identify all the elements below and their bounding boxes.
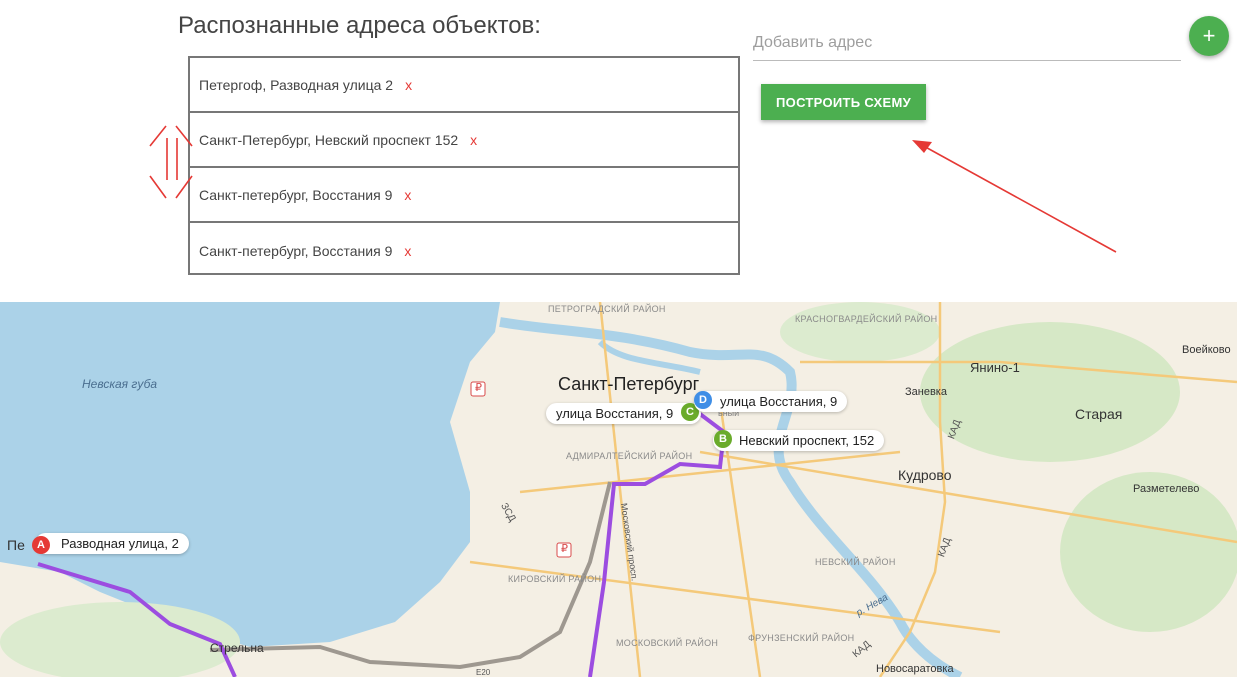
place-label: Кудрово xyxy=(898,467,952,483)
delete-address-button[interactable]: x xyxy=(470,132,477,148)
district-label: КИРОВСКИЙ РАЙОН xyxy=(508,574,602,584)
address-text: Санкт-петербург, Восстания 9 xyxy=(199,186,393,203)
place-label: Стрельна xyxy=(210,641,264,655)
annotation-arrow xyxy=(919,143,1117,253)
place-label: Янино-1 xyxy=(970,360,1020,375)
place-label: Заневка xyxy=(905,386,947,398)
place-label: Старая xyxy=(1075,406,1123,422)
route-map[interactable]: ₽ ₽ Санкт-Петербург Невская губа ПЕТРОГР… xyxy=(0,302,1237,677)
address-text: Санкт-Петербург, Невский проспект 152 xyxy=(199,131,459,148)
list-item[interactable]: Петергоф, Разводная улица 2 x xyxy=(190,58,738,113)
list-item[interactable]: Санкт-петербург, Восстания 9 x xyxy=(190,223,738,278)
rouble-icon-glyph: ₽ xyxy=(475,382,482,394)
address-text: Санкт-петербург, Восстания 9 xyxy=(199,242,393,259)
green-area xyxy=(1060,472,1237,632)
page-title: Распознанные адреса объектов: xyxy=(178,12,541,39)
address-text: Петергоф, Разводная улица 2 xyxy=(199,76,394,93)
arrow-head-icon xyxy=(912,140,932,153)
marker-d-icon[interactable]: D xyxy=(694,391,712,409)
place-label: Воейково xyxy=(1182,344,1231,356)
add-address-button[interactable]: + xyxy=(1189,16,1229,56)
district-label: МОСКОВСКИЙ РАЙОН xyxy=(616,638,719,648)
delete-address-button[interactable]: x xyxy=(404,187,411,203)
marker-a-label[interactable]: Разводная улица, 2 xyxy=(35,533,189,554)
place-label: Разметелево xyxy=(1133,483,1200,495)
delete-address-button[interactable]: x xyxy=(405,77,412,93)
marker-a-icon[interactable]: A xyxy=(32,536,50,554)
district-label: ПЕТРОГРАДСКИЙ РАЙОН xyxy=(548,304,666,314)
water-label: Невская губа xyxy=(82,377,158,391)
drag-hint-stroke xyxy=(149,125,167,147)
place-label: Пе xyxy=(7,537,25,553)
drag-hint-stroke xyxy=(149,175,167,199)
district-label: ФРУНЗЕНСКИЙ РАЙОН xyxy=(748,633,855,643)
gulf-water xyxy=(0,302,500,647)
map-canvas xyxy=(0,302,1237,677)
rouble-icon-glyph: ₽ xyxy=(561,543,568,555)
green-area xyxy=(780,302,940,362)
list-item[interactable]: Санкт-Петербург, Невский проспект 152 x xyxy=(190,113,738,168)
address-list: Петергоф, Разводная улица 2 x Санкт-Пете… xyxy=(188,56,740,275)
marker-c-label[interactable]: улица Восстания, 9 xyxy=(546,403,702,424)
marker-b-icon[interactable]: B xyxy=(714,430,732,448)
green-area xyxy=(920,322,1180,462)
city-label: Санкт-Петербург xyxy=(558,374,700,394)
add-address-input[interactable] xyxy=(753,28,1181,61)
delete-address-button[interactable]: x xyxy=(404,243,411,259)
district-label: НЕВСКИЙ РАЙОН xyxy=(815,557,896,567)
place-label: Новосаратовка xyxy=(876,663,954,675)
road-label: E20 xyxy=(476,668,491,677)
district-label: КРАСНОГВАРДЕЙСКИЙ РАЙОН xyxy=(795,314,938,324)
marker-b-label[interactable]: Невский проспект, 152 xyxy=(713,430,885,451)
build-scheme-button[interactable]: ПОСТРОИТЬ СХЕМУ xyxy=(761,84,926,120)
district-label: АДМИРАЛТЕЙСКИЙ РАЙОН xyxy=(566,451,693,461)
list-item[interactable]: Санкт-петербург, Восстания 9 x xyxy=(190,168,738,223)
marker-d-label[interactable]: улица Восстания, 9 xyxy=(694,391,848,412)
